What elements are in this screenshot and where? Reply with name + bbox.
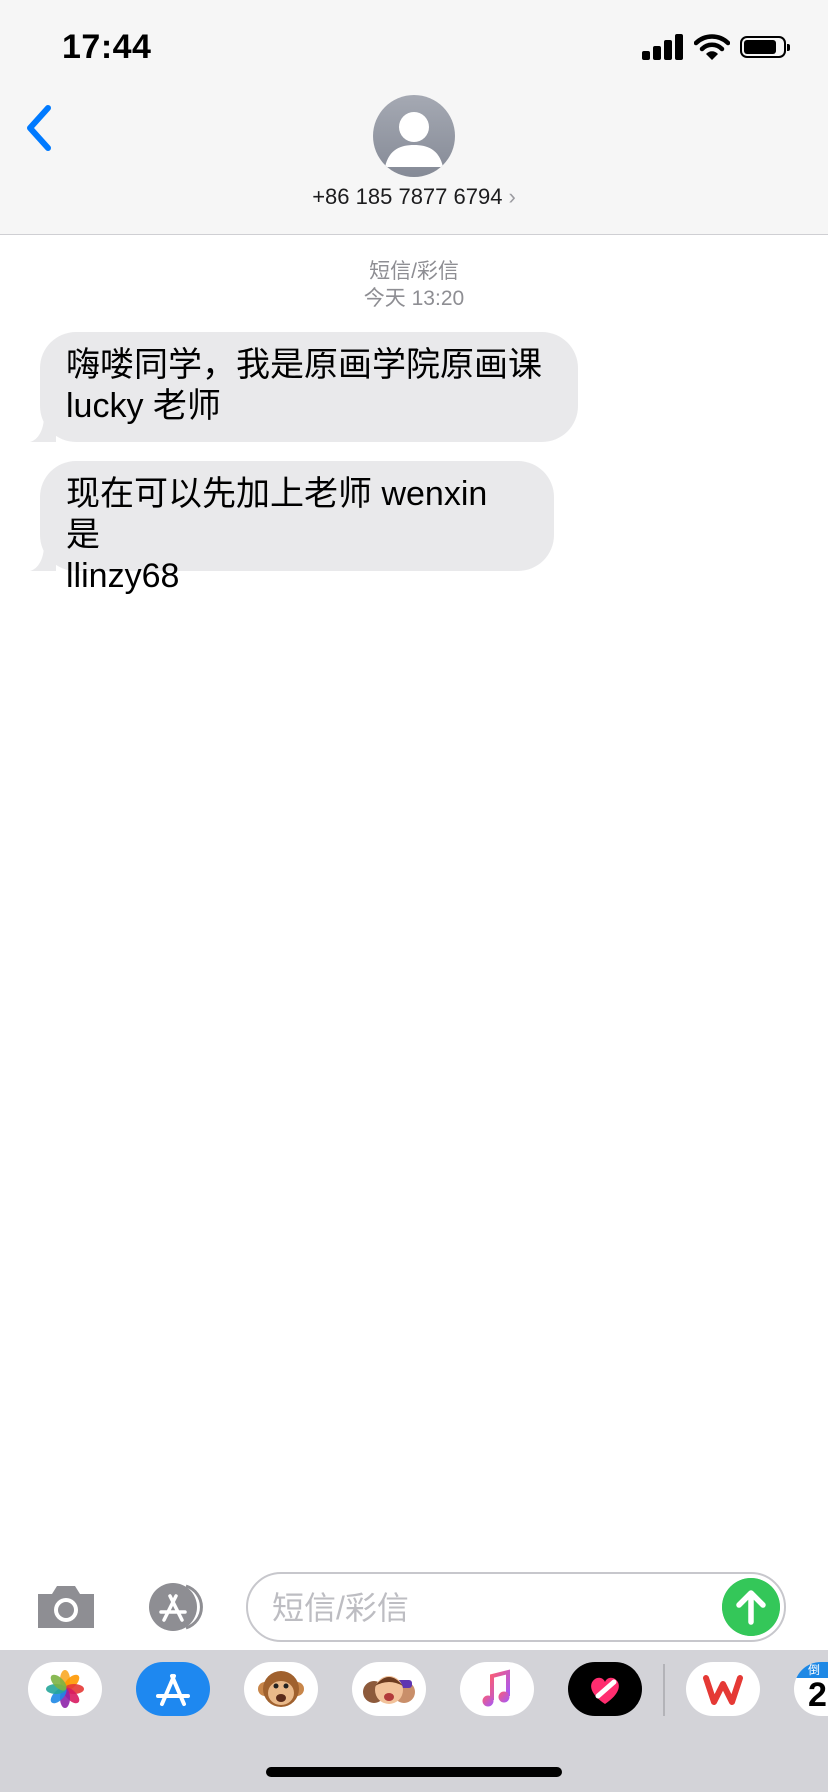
incoming-message-bubble[interactable]: 嗨喽同学，我是原画学院原画课 lucky 老师 <box>30 332 578 442</box>
service-label: 短信/彩信 <box>369 260 459 283</box>
back-chevron-icon[interactable] <box>20 100 60 156</box>
message-field[interactable] <box>246 1572 786 1642</box>
send-button[interactable] <box>722 1578 780 1636</box>
bubble-tail <box>30 416 56 442</box>
message-line: 嗨喽同学，我是原画学院原画课 <box>66 346 542 384</box>
message-timestamp: 今天 13:20 <box>363 287 465 310</box>
wifi-icon <box>694 34 730 60</box>
navigation-header: 17:44 +86 185 7877 6794 › <box>0 0 828 235</box>
app-store-icon[interactable] <box>140 1582 210 1632</box>
incoming-message-bubble[interactable]: 现在可以先加上老师 wenxin 是 llinzy68 <box>30 461 554 595</box>
message-line: 现在可以先加上老师 wenxin 是 <box>66 475 488 554</box>
wps-icon[interactable] <box>686 1662 760 1716</box>
home-indicator[interactable] <box>266 1767 562 1777</box>
memoji-icon[interactable] <box>352 1662 426 1716</box>
chevron-right-icon: › <box>508 184 516 209</box>
message-input-bar <box>0 1560 828 1646</box>
camera-icon[interactable] <box>34 1582 98 1630</box>
music-icon[interactable] <box>460 1662 534 1716</box>
conversation-meta: 短信/彩信 今天 13:20 <box>0 258 828 312</box>
contact-number: +86 185 7877 6794 <box>312 184 503 209</box>
status-time: 17:44 <box>62 28 152 66</box>
calendar-number: 2 <box>808 1676 827 1714</box>
calendar-icon[interactable]: 倒 2 <box>794 1662 828 1716</box>
person-silhouette-icon <box>385 112 443 167</box>
message-line: llinzy68 <box>66 557 180 595</box>
status-icons <box>642 34 792 64</box>
photos-icon[interactable] <box>28 1662 102 1716</box>
animoji-icon[interactable] <box>244 1662 318 1716</box>
battery-icon <box>740 36 790 58</box>
bubble-tail <box>30 545 56 571</box>
contact-details-link[interactable]: +86 185 7877 6794 › <box>0 184 828 210</box>
contact-avatar[interactable] <box>373 95 455 177</box>
app-store-icon[interactable] <box>136 1662 210 1716</box>
message-input[interactable] <box>270 1586 704 1630</box>
imessage-app-drawer: 倒 2 <box>0 1650 828 1792</box>
digital-touch-icon[interactable] <box>568 1662 642 1716</box>
message-line: lucky 老师 <box>66 387 221 425</box>
cellular-signal-icon <box>642 34 684 60</box>
drawer-divider <box>663 1664 665 1716</box>
